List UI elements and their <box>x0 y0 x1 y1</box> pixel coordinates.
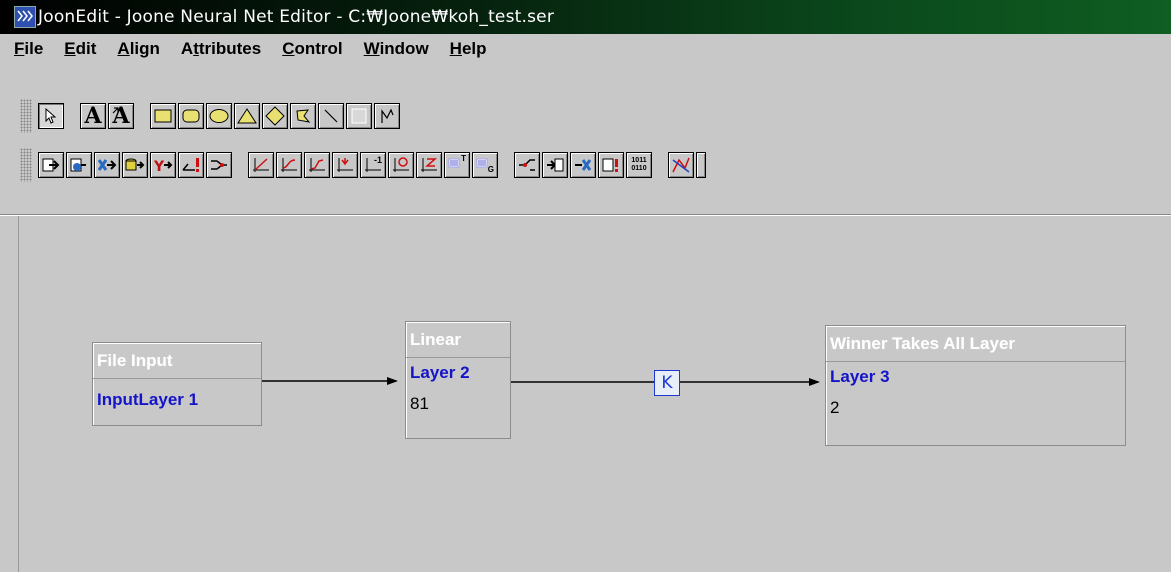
output-switch-alert-button[interactable] <box>598 152 624 178</box>
output-excel-button[interactable] <box>570 152 596 178</box>
kohonen-synapse-label: K <box>661 373 673 393</box>
plugin-button[interactable] <box>668 152 694 178</box>
rectangle-tool-button[interactable] <box>150 103 176 129</box>
title-bar: JoonEdit - Joone Neural Net Editor - C:₩… <box>0 0 1171 34</box>
toolbar-grip[interactable] <box>20 99 32 133</box>
select-tool-button[interactable] <box>38 103 64 129</box>
menu-file[interactable]: File <box>14 39 43 59</box>
url-input-button[interactable] <box>66 152 92 178</box>
scribble-tool-button[interactable] <box>374 103 400 129</box>
layer-name: Layer 2 <box>410 363 470 382</box>
line-tool-button[interactable] <box>318 103 344 129</box>
menu-attributes[interactable]: Attributes <box>181 39 261 59</box>
menu-help[interactable]: Help <box>450 39 487 59</box>
connected-text-tool-button[interactable]: A <box>108 103 134 129</box>
output-file-button[interactable] <box>542 152 568 178</box>
layer-name: InputLayer 1 <box>97 390 199 409</box>
toolbar-grip[interactable] <box>20 148 32 182</box>
layer-neuron-count: 81 <box>410 394 429 413</box>
linear-layer[interactable]: Linear Layer 2 81 <box>405 321 511 439</box>
winner-takes-all-layer[interactable]: Winner Takes All Layer Layer 3 2 <box>825 325 1126 446</box>
menu-edit[interactable]: Edit <box>64 39 96 59</box>
diamond-tool-button[interactable] <box>262 103 288 129</box>
gaussian-layer-button[interactable]: G <box>472 152 498 178</box>
layer-header: Linear <box>406 322 510 358</box>
delay-layer-button[interactable] <box>332 152 358 178</box>
excel-input-button[interactable] <box>94 152 120 178</box>
winner-takes-all-button[interactable]: T <box>444 152 470 178</box>
input-connector-button[interactable] <box>206 152 232 178</box>
layer-header: Winner Takes All Layer <box>826 326 1125 362</box>
text-tool-button[interactable]: A <box>80 103 106 129</box>
ellipse-tool-button[interactable] <box>206 103 232 129</box>
gauss-layer-button[interactable] <box>416 152 442 178</box>
menu-bar: File Edit Align Attributes Control Window Help <box>0 34 1171 64</box>
menu-window[interactable]: Window <box>364 39 429 59</box>
switch-input-button[interactable] <box>178 152 204 178</box>
text-tool-glyph: A <box>84 103 102 129</box>
layer-neuron-count: 2 <box>830 398 840 417</box>
teacher-label-top: 1011 <box>631 157 647 164</box>
file-input-layer[interactable]: File Input InputLayer 1 <box>92 342 262 426</box>
more-tools-button[interactable] <box>696 152 706 178</box>
teacher-button[interactable]: 1011 0110 <box>626 152 652 178</box>
kohonen-synapse[interactable]: K <box>654 370 680 396</box>
blank-tool-button[interactable] <box>346 103 372 129</box>
svg-text:Y: Y <box>153 159 165 173</box>
gaussian-label: G <box>487 165 494 174</box>
context-layer-button[interactable] <box>388 152 414 178</box>
input-layer-button[interactable] <box>38 152 64 178</box>
menu-control[interactable]: Control <box>282 39 342 59</box>
linear-layer-button[interactable] <box>248 152 274 178</box>
sigmoid-layer-button[interactable] <box>276 152 302 178</box>
output-switch-button[interactable] <box>514 152 540 178</box>
window-title: JoonEdit - Joone Neural Net Editor - C:₩… <box>38 7 555 27</box>
rounded-rectangle-tool-button[interactable] <box>178 103 204 129</box>
log-layer-label: -1 <box>373 155 382 165</box>
canvas-border <box>18 216 19 572</box>
tanh-layer-button[interactable] <box>304 152 330 178</box>
menu-align[interactable]: Align <box>117 39 160 59</box>
teacher-label-bottom: 0110 <box>631 165 647 172</box>
wta-label: T <box>461 154 466 163</box>
triangle-tool-button[interactable] <box>234 103 260 129</box>
database-input-button[interactable] <box>122 152 148 178</box>
log-layer-button[interactable]: -1 <box>360 152 386 178</box>
joone-app-icon[interactable] <box>14 6 36 28</box>
polygon-tool-button[interactable] <box>290 103 316 129</box>
layers-toolbar: Y -1 T G 1011 0110 <box>0 144 1171 186</box>
yahoo-input-button[interactable]: Y <box>150 152 176 178</box>
layer-name: Layer 3 <box>830 367 890 386</box>
layer-header: File Input <box>93 343 261 379</box>
drawing-toolbar: A A <box>0 95 1171 137</box>
